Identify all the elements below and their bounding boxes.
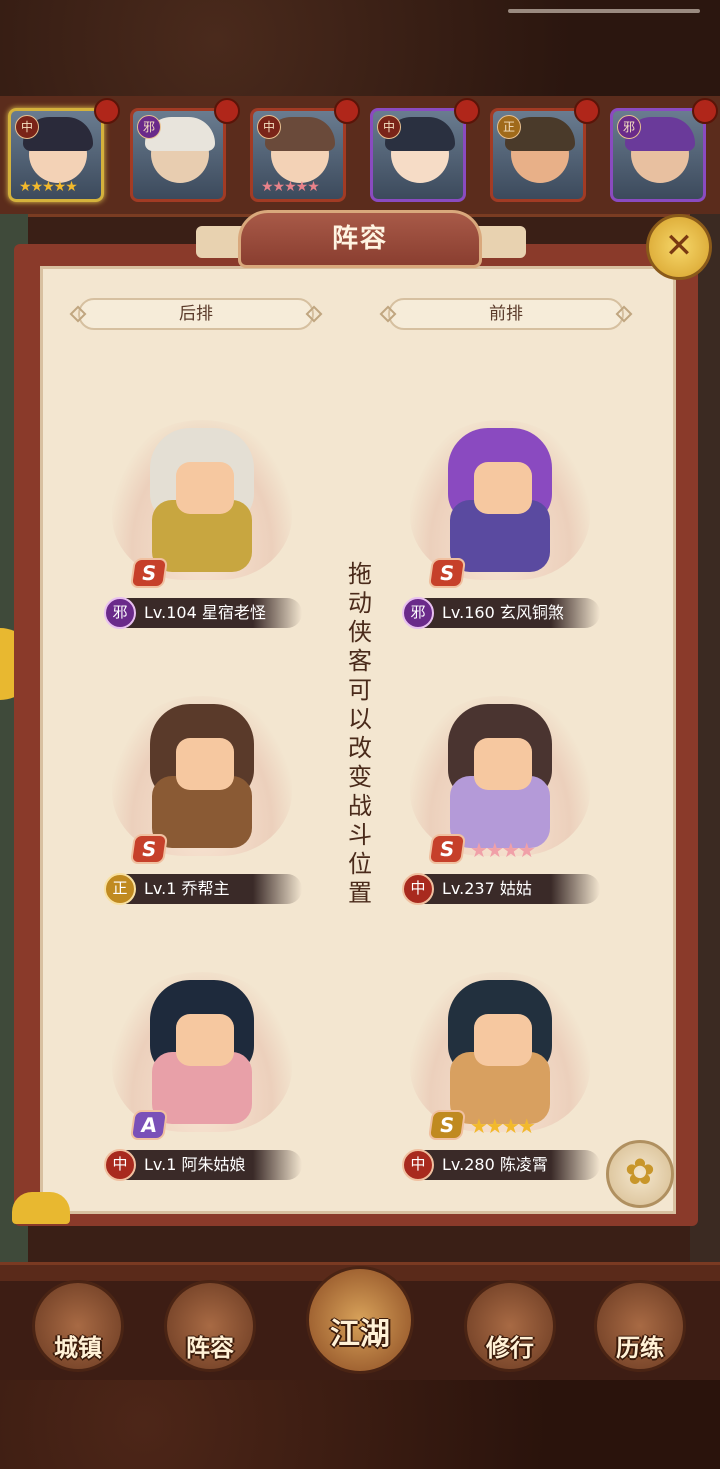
status-indicator [508, 9, 700, 13]
star-rating: ★★★★ [470, 1114, 536, 1138]
nav-lineup-button[interactable]: 阵容 [164, 1280, 256, 1372]
grade-badge: S [427, 834, 467, 864]
nav-city-button[interactable]: 城镇 [32, 1280, 124, 1372]
faction-badge: 中 [15, 115, 39, 139]
hero-level: Lv.160 [442, 603, 495, 622]
hero-roster: 中 ★★★★★ 邪 中 ★★★★★ 中 正 邪 [0, 96, 720, 217]
faction-badge: 邪 [617, 115, 641, 139]
flower-icon[interactable]: ✿ [606, 1140, 674, 1208]
hero-level: Lv.1 [144, 1155, 177, 1174]
hero-label: 邪 Lv.104 星宿老怪 [104, 597, 302, 629]
hero-card-front[interactable]: S ★★★★ 中 Lv.237 姑姑 [390, 686, 610, 905]
faction-badge: 邪 [104, 597, 136, 629]
faction-badge: 中 [377, 115, 401, 139]
faction-badge: 中 [257, 115, 281, 139]
hero-level: Lv.237 [442, 879, 495, 898]
hero-slot[interactable]: 中 ★★★★★ [250, 108, 346, 202]
hero-label: 中 Lv.1 阿朱姑娘 [104, 1149, 302, 1181]
nav-label: 历练 [616, 1334, 664, 1362]
hero-slot[interactable]: 中 [370, 108, 466, 202]
faction-badge: 中 [402, 1149, 434, 1181]
hero-level-name: Lv.104 星宿老怪 [144, 598, 266, 628]
faction-badge: 邪 [137, 115, 161, 139]
gold-ingot-icon [12, 1192, 70, 1224]
nav-label: 阵容 [186, 1334, 234, 1362]
hero-face [474, 462, 532, 514]
hero-label: 中 Lv.237 姑姑 [402, 873, 600, 905]
close-button[interactable]: ✕ [646, 214, 712, 280]
nav-jianghu-button[interactable]: 江湖 [306, 1266, 414, 1374]
hero-label: 中 Lv.280 陈凌霄 [402, 1149, 600, 1181]
hero-level: Lv.280 [442, 1155, 495, 1174]
faction-badge: 正 [497, 115, 521, 139]
panel-title: 阵容 [238, 210, 482, 268]
lantern-icon [94, 98, 120, 124]
hero-card-back[interactable]: S 正 Lv.1 乔帮主 [92, 686, 312, 905]
hero-name: 星宿老怪 [201, 603, 266, 622]
grade-badge: S [129, 834, 169, 864]
faction-badge: 中 [402, 873, 434, 905]
front-row-header: 前排 [388, 298, 624, 330]
star-rating: ★★★★ [470, 838, 536, 862]
top-background [0, 0, 720, 100]
hero-slot[interactable]: 正 [490, 108, 586, 202]
hero-card-back[interactable]: A 中 Lv.1 阿朱姑娘 [92, 962, 312, 1181]
hero-level: Lv.1 [144, 879, 177, 898]
hero-slot[interactable]: 邪 [130, 108, 226, 202]
nav-label: 修行 [486, 1334, 534, 1362]
bottom-pattern [0, 1380, 720, 1469]
hero-name: 玄风铜煞 [499, 603, 564, 622]
star-rating: ★★★★★ [261, 179, 320, 195]
hero-level-name: Lv.237 姑姑 [442, 874, 532, 904]
hero-label: 正 Lv.1 乔帮主 [104, 873, 302, 905]
hero-name: 陈凌霄 [499, 1155, 548, 1174]
lantern-icon [334, 98, 360, 124]
star-rating: ★★★★★ [19, 179, 78, 195]
hero-slot[interactable]: 中 ★★★★★ [8, 108, 104, 202]
grade-badge: S [129, 558, 169, 588]
hero-level-name: Lv.160 玄风铜煞 [442, 598, 564, 628]
grade-badge: S [427, 558, 467, 588]
nav-label: 城镇 [54, 1334, 102, 1362]
hero-card-back[interactable]: S 邪 Lv.104 星宿老怪 [92, 410, 312, 629]
hero-level-name: Lv.1 乔帮主 [144, 874, 230, 904]
hero-level-name: Lv.1 阿朱姑娘 [144, 1150, 246, 1180]
hero-level-name: Lv.280 陈凌霄 [442, 1150, 548, 1180]
nav-training-button[interactable]: 修行 [464, 1280, 556, 1372]
hero-face [176, 1014, 234, 1066]
hero-card-front[interactable]: S ★★★★ 中 Lv.280 陈凌霄 [390, 962, 610, 1181]
back-row-header: 后排 [78, 298, 314, 330]
lantern-icon [574, 98, 600, 124]
grade-badge: A [129, 1110, 169, 1140]
grade-badge: S [427, 1110, 467, 1140]
hero-name: 阿朱姑娘 [181, 1155, 246, 1174]
drag-hint: 拖动侠客可以改变战斗位置 [348, 560, 372, 907]
hero-name: 姑姑 [499, 879, 532, 898]
hero-name: 乔帮主 [181, 879, 230, 898]
lantern-icon [214, 98, 240, 124]
nav-label: 江湖 [330, 1317, 390, 1352]
hero-face [474, 738, 532, 790]
hero-slot[interactable]: 邪 [610, 108, 706, 202]
lantern-icon [692, 98, 718, 124]
lantern-icon [454, 98, 480, 124]
hero-level: Lv.104 [144, 603, 197, 622]
hero-face [176, 462, 234, 514]
hero-label: 邪 Lv.160 玄风铜煞 [402, 597, 600, 629]
faction-badge: 正 [104, 873, 136, 905]
hero-face [176, 738, 234, 790]
faction-badge: 邪 [402, 597, 434, 629]
nav-adventure-button[interactable]: 历练 [594, 1280, 686, 1372]
faction-badge: 中 [104, 1149, 136, 1181]
hero-face [474, 1014, 532, 1066]
close-icon: ✕ [664, 226, 694, 266]
hero-card-front[interactable]: S 邪 Lv.160 玄风铜煞 [390, 410, 610, 629]
